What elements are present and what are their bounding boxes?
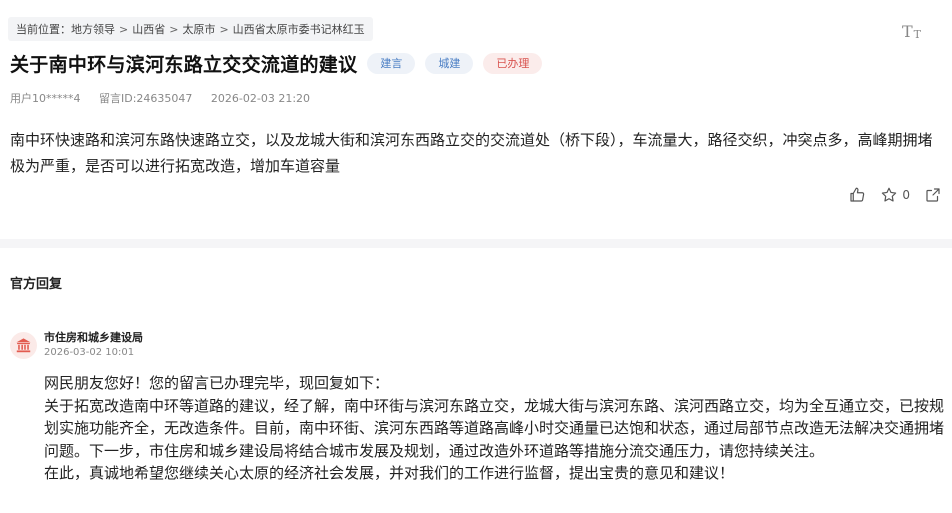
- government-building-icon: [16, 338, 31, 353]
- breadcrumb-separator: >: [169, 22, 179, 36]
- reply-paragraph: 网民朋友您好！您的留言已办理完毕，现回复如下：: [44, 374, 390, 392]
- font-size-icon-small: T: [913, 28, 922, 41]
- breadcrumb-item-secretary[interactable]: 山西省太原市委书记林红玉: [233, 21, 365, 37]
- post-title: 关于南中环与滨河东路立交交流道的建议: [10, 54, 358, 76]
- post-content: 南中环快速路和滨河东路快速路立交，以及龙城大街和滨河东西路立交的交流道处（桥下段…: [10, 131, 933, 175]
- post-time: 2026-02-03 21:20: [210, 92, 311, 105]
- breadcrumb: 当前位置： 地方领导 > 山西省 > 太原市 > 山西省太原市委书记林红玉: [8, 17, 373, 41]
- breadcrumb-separator: >: [219, 22, 229, 36]
- reply-author: 市住房和城乡建设局: [44, 331, 143, 344]
- reply-body: 网民朋友您好！您的留言已办理完毕，现回复如下： 关于拓宽改造南中环等道路的建议，…: [44, 372, 944, 485]
- reply-paragraph: 在此，真诚地希望您继续关心太原的经济社会发展，并对我们的工作进行监督，提出宝贵的…: [44, 464, 735, 482]
- tag-urban-construction: 城建: [425, 53, 474, 74]
- status-badge: 已办理: [483, 53, 543, 74]
- favorite-count: 0: [902, 188, 910, 202]
- breadcrumb-prefix: 当前位置：: [16, 23, 71, 36]
- post-actions: 0: [848, 186, 942, 204]
- breadcrumb-item-local-leaders[interactable]: 地方领导: [71, 21, 115, 37]
- post-user: 用户10*****4: [10, 92, 81, 105]
- favorite-button[interactable]: 0: [880, 186, 910, 204]
- font-size-icon-big: T: [902, 22, 913, 41]
- share-icon: [926, 188, 940, 202]
- tag-suggestion: 建言: [367, 53, 416, 74]
- section-divider: [0, 239, 952, 248]
- font-size-icon[interactable]: T T: [902, 20, 924, 41]
- reply-paragraph: 关于拓宽改造南中环等道路的建议，经了解，南中环街与滨河东路立交，龙城大街与滨河东…: [44, 396, 945, 460]
- like-button[interactable]: [848, 186, 866, 204]
- reply-section-title: 官方回复: [10, 277, 63, 292]
- reply-time: 2026-03-02 10:01: [44, 347, 135, 358]
- share-button[interactable]: [924, 186, 942, 204]
- post-title-row: 关于南中环与滨河东路立交交流道的建议 建言 城建 已办理: [10, 50, 543, 77]
- post-meta: 用户10*****4 留言ID:24635047 2026-02-03 21:2…: [10, 90, 325, 106]
- thumbs-up-icon: [850, 187, 865, 202]
- breadcrumb-item-taiyuan[interactable]: 太原市: [182, 21, 215, 37]
- avatar: [10, 332, 37, 359]
- breadcrumb-separator: >: [119, 22, 129, 36]
- breadcrumb-item-shanxi[interactable]: 山西省: [132, 21, 165, 37]
- post-message-id: 留言ID:24635047: [99, 92, 193, 105]
- star-icon: [882, 187, 897, 202]
